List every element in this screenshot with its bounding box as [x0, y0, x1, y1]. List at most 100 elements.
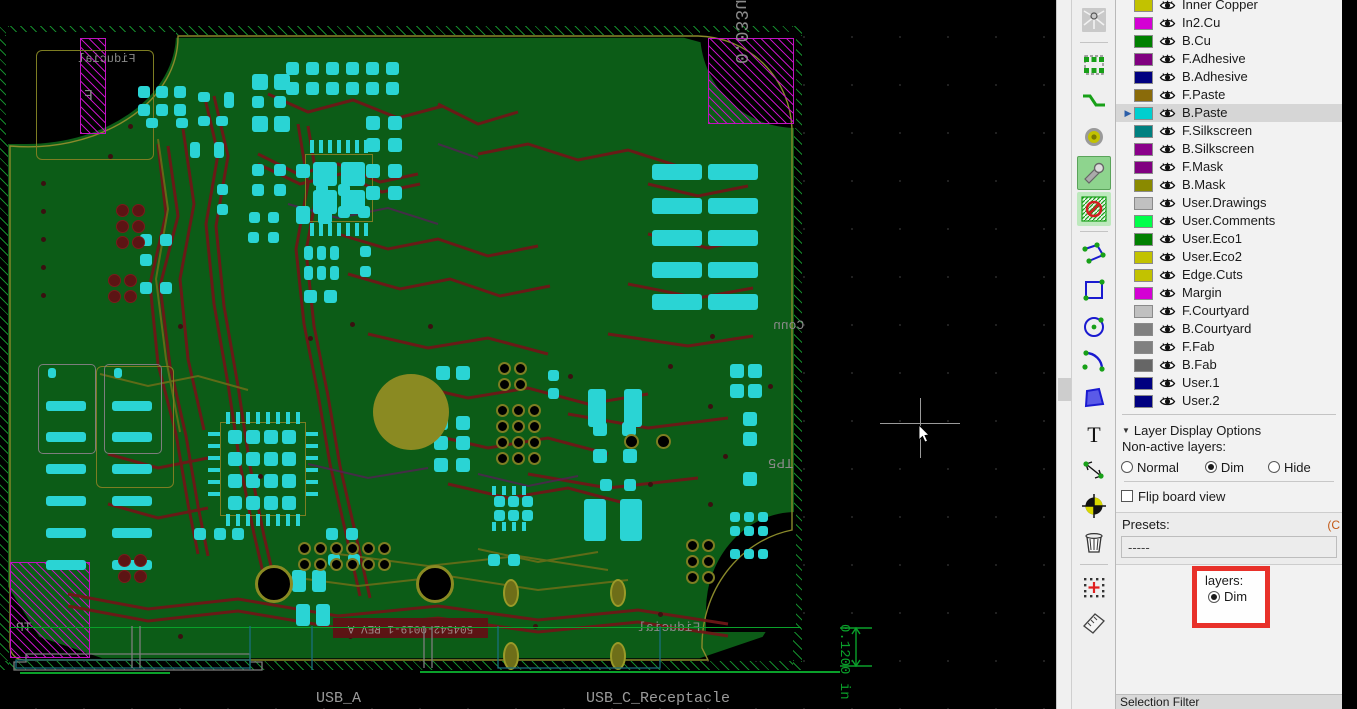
eye-icon[interactable] — [1159, 269, 1176, 282]
layer-display-options-header[interactable]: ▼ Layer Display Options — [1116, 421, 1342, 439]
eye-icon[interactable] — [1159, 233, 1176, 246]
layer-row[interactable]: In2.Cu — [1116, 14, 1342, 32]
appearance-layers-panel[interactable]: Inner Copper In2.Cu B.Cu F.Adhesive B.Ad… — [1116, 0, 1342, 709]
layer-row[interactable]: F.Courtyard — [1116, 302, 1342, 320]
layer-visibility-toggle[interactable] — [1159, 341, 1176, 354]
radio-hide[interactable]: Hide — [1268, 460, 1311, 475]
layer-color-swatch[interactable] — [1134, 232, 1153, 246]
layer-color-swatch[interactable] — [1134, 178, 1153, 192]
delete-tool-button[interactable] — [1077, 525, 1111, 559]
keepout-zone-tool-button[interactable] — [1076, 192, 1111, 226]
layer-visibility-toggle[interactable] — [1159, 161, 1176, 174]
layer-color-swatch[interactable] — [1134, 214, 1153, 228]
layer-list[interactable]: Inner Copper In2.Cu B.Cu F.Adhesive B.Ad… — [1116, 0, 1342, 410]
draw-polygon-tool-button[interactable] — [1077, 381, 1111, 415]
layer-visibility-toggle[interactable] — [1159, 89, 1176, 102]
layer-visibility-toggle[interactable] — [1159, 71, 1176, 84]
eye-icon[interactable] — [1159, 323, 1176, 336]
eye-icon[interactable] — [1159, 35, 1176, 48]
layer-row[interactable]: F.Silkscreen — [1116, 122, 1342, 140]
layer-color-swatch[interactable] — [1134, 250, 1153, 264]
layer-visibility-toggle[interactable] — [1159, 107, 1176, 120]
layer-visibility-toggle[interactable] — [1159, 395, 1176, 408]
layer-row[interactable]: ▶ B.Paste — [1116, 104, 1342, 122]
non-active-layers-radio-group[interactable]: Normal Dim Hide — [1116, 457, 1342, 477]
layer-color-swatch[interactable] — [1134, 124, 1153, 138]
pcb-canvas[interactable]: Fiducial F 0.033u Conn TP5 TP Fiducial 5… — [0, 0, 1071, 709]
canvas-scrollbar-thumb[interactable] — [1058, 378, 1071, 401]
place-via-tool-button[interactable] — [1077, 120, 1111, 154]
eye-icon[interactable] — [1159, 305, 1176, 318]
layer-visibility-toggle[interactable] — [1159, 377, 1176, 390]
eye-icon[interactable] — [1159, 395, 1176, 408]
radio-normal[interactable]: Normal — [1121, 460, 1179, 475]
eye-icon[interactable] — [1159, 89, 1176, 102]
layer-row[interactable]: User.Eco1 — [1116, 230, 1342, 248]
layer-visibility-toggle[interactable] — [1159, 143, 1176, 156]
draw-polyline-tool-button[interactable] — [1077, 237, 1111, 271]
layer-row[interactable]: B.Cu — [1116, 32, 1342, 50]
eye-icon[interactable] — [1159, 161, 1176, 174]
layer-visibility-toggle[interactable] — [1159, 197, 1176, 210]
layer-color-swatch[interactable] — [1134, 16, 1153, 30]
eye-icon[interactable] — [1159, 107, 1176, 120]
eye-icon[interactable] — [1159, 251, 1176, 264]
layer-row[interactable]: B.Adhesive — [1116, 68, 1342, 86]
canvas-vertical-scrollbar[interactable] — [1056, 0, 1071, 709]
layer-display-options-section[interactable]: ▼ Layer Display Options Non-active layer… — [1116, 415, 1342, 506]
layer-visibility-toggle[interactable] — [1159, 323, 1176, 336]
layer-row[interactable]: F.Adhesive — [1116, 50, 1342, 68]
eye-icon[interactable] — [1159, 215, 1176, 228]
route-track-tool-button[interactable] — [1077, 84, 1111, 118]
layer-row[interactable]: Inner Copper — [1116, 0, 1342, 14]
eye-icon[interactable] — [1159, 197, 1176, 210]
radio-dim[interactable]: Dim — [1204, 460, 1244, 475]
layer-visibility-toggle[interactable] — [1159, 53, 1176, 66]
layer-color-swatch[interactable] — [1134, 70, 1153, 84]
layer-visibility-toggle[interactable] — [1159, 233, 1176, 246]
eye-icon[interactable] — [1159, 179, 1176, 192]
layer-visibility-toggle[interactable] — [1159, 125, 1176, 138]
draw-rectangle-tool-button[interactable] — [1077, 273, 1111, 307]
measure-tool-button[interactable] — [1077, 606, 1111, 640]
layer-row[interactable]: User.1 — [1116, 374, 1342, 392]
layer-row[interactable]: User.Comments — [1116, 212, 1342, 230]
layer-row[interactable]: B.Fab — [1116, 356, 1342, 374]
layer-color-swatch[interactable] — [1134, 34, 1153, 48]
set-grid-origin-tool-button[interactable] — [1077, 570, 1111, 604]
layer-visibility-toggle[interactable] — [1159, 215, 1176, 228]
layer-color-swatch[interactable] — [1134, 142, 1153, 156]
eye-icon[interactable] — [1159, 359, 1176, 372]
draw-circle-tool-button[interactable] — [1077, 309, 1111, 343]
layer-visibility-toggle[interactable] — [1159, 35, 1176, 48]
layer-visibility-toggle[interactable] — [1159, 179, 1176, 192]
radio-hide-indicator[interactable] — [1268, 461, 1281, 473]
fill-zone-tool-button[interactable] — [1076, 156, 1111, 190]
layer-color-swatch[interactable] — [1134, 0, 1153, 12]
layer-color-swatch[interactable] — [1134, 160, 1153, 174]
layer-row[interactable]: F.Mask — [1116, 158, 1342, 176]
layer-visibility-toggle[interactable] — [1159, 0, 1176, 12]
layer-color-swatch[interactable] — [1134, 376, 1153, 390]
eye-icon[interactable] — [1159, 287, 1176, 300]
layer-color-swatch[interactable] — [1134, 88, 1153, 102]
layer-row[interactable]: B.Silkscreen — [1116, 140, 1342, 158]
layer-row[interactable]: Margin — [1116, 284, 1342, 302]
layer-row[interactable]: B.Courtyard — [1116, 320, 1342, 338]
layer-color-swatch[interactable] — [1134, 322, 1153, 336]
presets-section[interactable]: Presets: (C ----- — [1116, 512, 1342, 565]
presets-combobox[interactable]: ----- — [1121, 536, 1337, 558]
layer-visibility-toggle[interactable] — [1159, 269, 1176, 282]
add-dimension-tool-button[interactable] — [1077, 453, 1111, 487]
layer-color-swatch[interactable] — [1134, 106, 1153, 120]
selection-filter-section-header[interactable]: Selection Filter — [1116, 694, 1342, 709]
layer-row[interactable]: User.Drawings — [1116, 194, 1342, 212]
layer-row[interactable]: F.Fab — [1116, 338, 1342, 356]
layer-row[interactable]: F.Paste — [1116, 86, 1342, 104]
layer-color-swatch[interactable] — [1134, 358, 1153, 372]
layer-row[interactable]: User.Eco2 — [1116, 248, 1342, 266]
flip-board-view-checkbox[interactable] — [1121, 490, 1133, 502]
eye-icon[interactable] — [1159, 53, 1176, 66]
layer-row[interactable]: User.2 — [1116, 392, 1342, 410]
layer-visibility-toggle[interactable] — [1159, 305, 1176, 318]
